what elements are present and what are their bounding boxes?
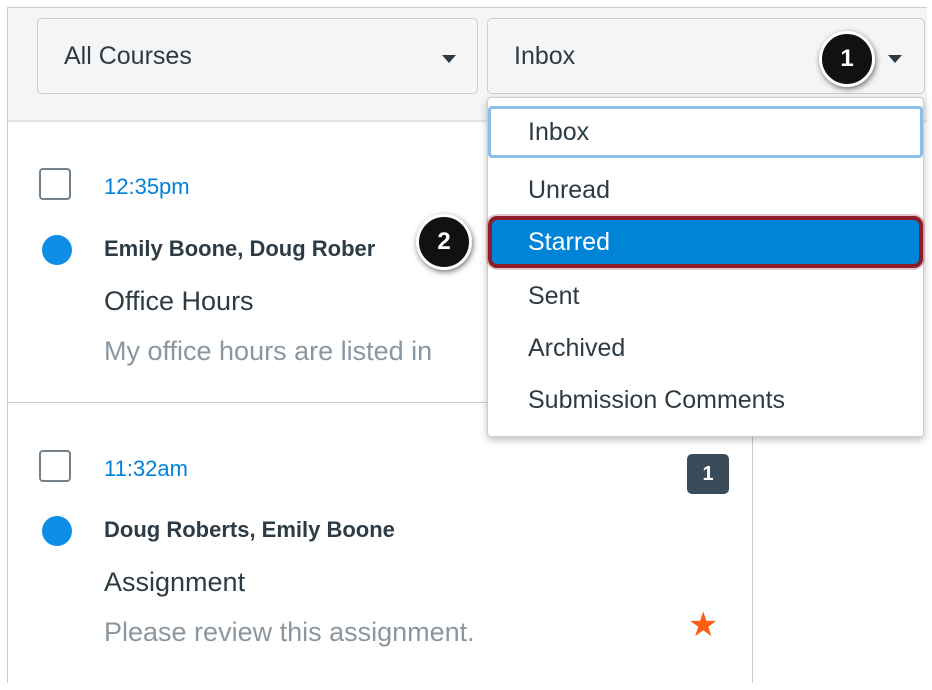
- chevron-down-icon: [888, 55, 902, 63]
- message-authors: Emily Boone, Doug Rober: [104, 236, 376, 261]
- step-callout-2: 2: [416, 214, 472, 270]
- message-time: 11:32am: [104, 456, 188, 481]
- mailbox-filter-value: Inbox: [514, 41, 576, 70]
- menu-item-unread[interactable]: Unread: [488, 164, 923, 216]
- unread-dot-icon[interactable]: [42, 235, 72, 265]
- select-message-checkbox[interactable]: [39, 450, 71, 482]
- course-filter-select[interactable]: All Courses: [37, 18, 478, 94]
- message-preview: My office hours are listed in: [104, 336, 433, 366]
- message-subject: Assignment: [104, 567, 246, 597]
- mailbox-dropdown-menu: Inbox Unread Starred Sent Archived Submi…: [487, 97, 924, 437]
- menu-item-starred[interactable]: Starred: [488, 216, 923, 268]
- message-time: 12:35pm: [104, 174, 190, 199]
- message-authors: Doug Roberts, Emily Boone: [104, 517, 395, 542]
- message-preview: Please review this assignment.: [104, 617, 475, 647]
- course-filter-value: All Courses: [64, 41, 192, 70]
- select-message-checkbox[interactable]: [39, 168, 71, 200]
- message-subject: Office Hours: [104, 286, 254, 316]
- menu-item-archived[interactable]: Archived: [488, 322, 923, 374]
- star-icon[interactable]: ★: [688, 608, 718, 642]
- menu-item-sent[interactable]: Sent: [488, 270, 923, 322]
- list-item[interactable]: 11:32am 1 Doug Roberts, Emily Boone Assi…: [8, 403, 753, 683]
- menu-item-inbox[interactable]: Inbox: [488, 106, 923, 158]
- menu-item-submission-comments[interactable]: Submission Comments: [488, 374, 923, 426]
- step-callout-1: 1: [819, 31, 875, 87]
- chevron-down-icon: [442, 55, 456, 63]
- unread-dot-icon[interactable]: [42, 516, 72, 546]
- message-count-badge: 1: [687, 454, 729, 494]
